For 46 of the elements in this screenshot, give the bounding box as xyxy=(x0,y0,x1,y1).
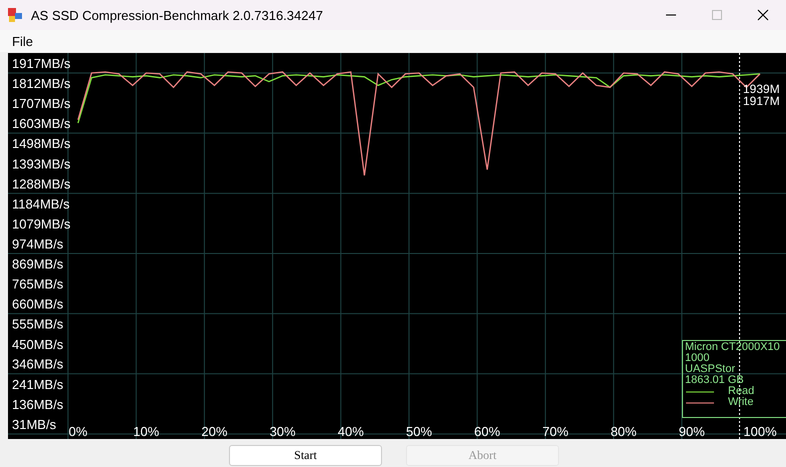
y-axis-label: 1184MB/s xyxy=(12,196,70,212)
device-info: UASPStor xyxy=(685,364,736,375)
y-axis-label: 765MB/s xyxy=(12,276,64,292)
y-axis-label: 1079MB/s xyxy=(12,216,71,232)
y-axis-label: 1707MB/s xyxy=(12,96,71,112)
menu-item[interactable]: File xyxy=(6,34,39,48)
legend-line-icon xyxy=(686,400,714,404)
x-axis-label: 60% xyxy=(474,424,500,439)
x-axis-label: 10% xyxy=(133,424,160,439)
y-axis-label: 450MB/s xyxy=(12,336,64,352)
y-axis-label: 660MB/s xyxy=(12,296,64,312)
device-info: 1000 xyxy=(685,353,710,364)
x-axis-label: 80% xyxy=(610,424,637,439)
y-axis-label: 241MB/s xyxy=(12,376,64,392)
legend-line-icon xyxy=(686,390,714,394)
legend-label: Write xyxy=(728,397,754,408)
y-axis-label: 974MB/s xyxy=(12,236,64,252)
y-axis-label: 555MB/s xyxy=(12,316,64,332)
app-icon xyxy=(7,7,23,23)
x-axis-label: 90% xyxy=(678,424,705,439)
value-label: 1939M xyxy=(743,82,780,96)
action-button[interactable]: Start xyxy=(229,445,382,466)
x-axis-label: 40% xyxy=(338,424,364,439)
close-icon xyxy=(757,9,769,21)
window-title: AS SSD Compression-Benchmark 2.0.7316.34247 xyxy=(31,8,323,22)
x-axis-label: 70% xyxy=(542,424,568,439)
y-axis-label: 346MB/s xyxy=(12,356,64,372)
y-axis-label: 31MB/s xyxy=(12,417,56,432)
x-axis-label: 100% xyxy=(743,424,777,439)
device-info: 1863.01 GB xyxy=(685,375,745,386)
y-axis-label: 1393MB/s xyxy=(12,156,71,172)
y-axis-label: 869MB/s xyxy=(12,256,64,272)
y-axis-label: 1498MB/s xyxy=(12,136,71,152)
x-axis-label: 30% xyxy=(270,424,296,439)
value-label: 1917M xyxy=(743,94,780,108)
legend-label: Read xyxy=(728,386,754,397)
y-axis-label: 136MB/s xyxy=(12,396,64,412)
y-axis-label: 1917MB/s xyxy=(12,56,71,71)
maximize-icon xyxy=(711,9,723,21)
y-axis-label: 1812MB/s xyxy=(12,76,71,92)
y-axis-label: 1288MB/s xyxy=(12,176,71,192)
y-axis-label: 1603MB/s xyxy=(12,116,71,132)
x-axis-label: 20% xyxy=(201,424,228,439)
device-info: Micron CT2000X10 xyxy=(685,342,781,353)
x-axis-label: 0% xyxy=(68,424,88,439)
x-axis-label: 50% xyxy=(406,424,432,439)
